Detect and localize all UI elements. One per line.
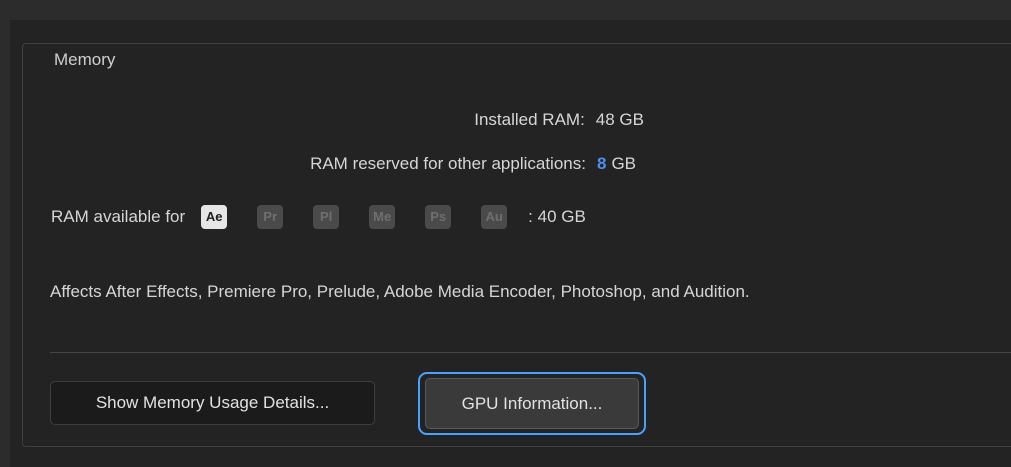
- divider: [50, 352, 1011, 353]
- prelude-icon: Pl: [313, 205, 340, 229]
- available-ram-value: : 40 GB: [528, 207, 586, 226]
- app-badges: Ae Pr Pl Me Ps Au: [201, 205, 508, 229]
- photoshop-icon: Ps: [425, 205, 452, 229]
- reserved-ram-label: RAM reserved for other applications:: [310, 154, 586, 173]
- media-encoder-icon: Me: [369, 205, 396, 229]
- installed-ram-label: Installed RAM:: [474, 110, 585, 129]
- available-ram-label: RAM available for: [51, 207, 186, 226]
- installed-ram-row: Installed RAM: 48 GB: [474, 108, 644, 132]
- reserved-ram-value[interactable]: 8: [597, 154, 606, 174]
- memory-group-title: Memory: [44, 50, 126, 70]
- after-effects-icon: Ae: [201, 205, 228, 229]
- audition-icon: Au: [481, 205, 508, 229]
- show-memory-usage-details-button[interactable]: Show Memory Usage Details...: [50, 381, 375, 425]
- reserved-ram-unit: GB: [611, 154, 636, 173]
- installed-ram-value: 48 GB: [595, 110, 644, 129]
- gpu-information-button[interactable]: GPU Information...: [425, 378, 639, 429]
- affected-apps-note: Affects After Effects, Premiere Pro, Pre…: [50, 282, 750, 301]
- premiere-pro-icon: Pr: [257, 205, 284, 229]
- reserved-ram-row: RAM reserved for other applications: 8 G…: [310, 152, 636, 176]
- available-ram-row: RAM available for Ae Pr Pl Me Ps Au : 40…: [51, 203, 586, 231]
